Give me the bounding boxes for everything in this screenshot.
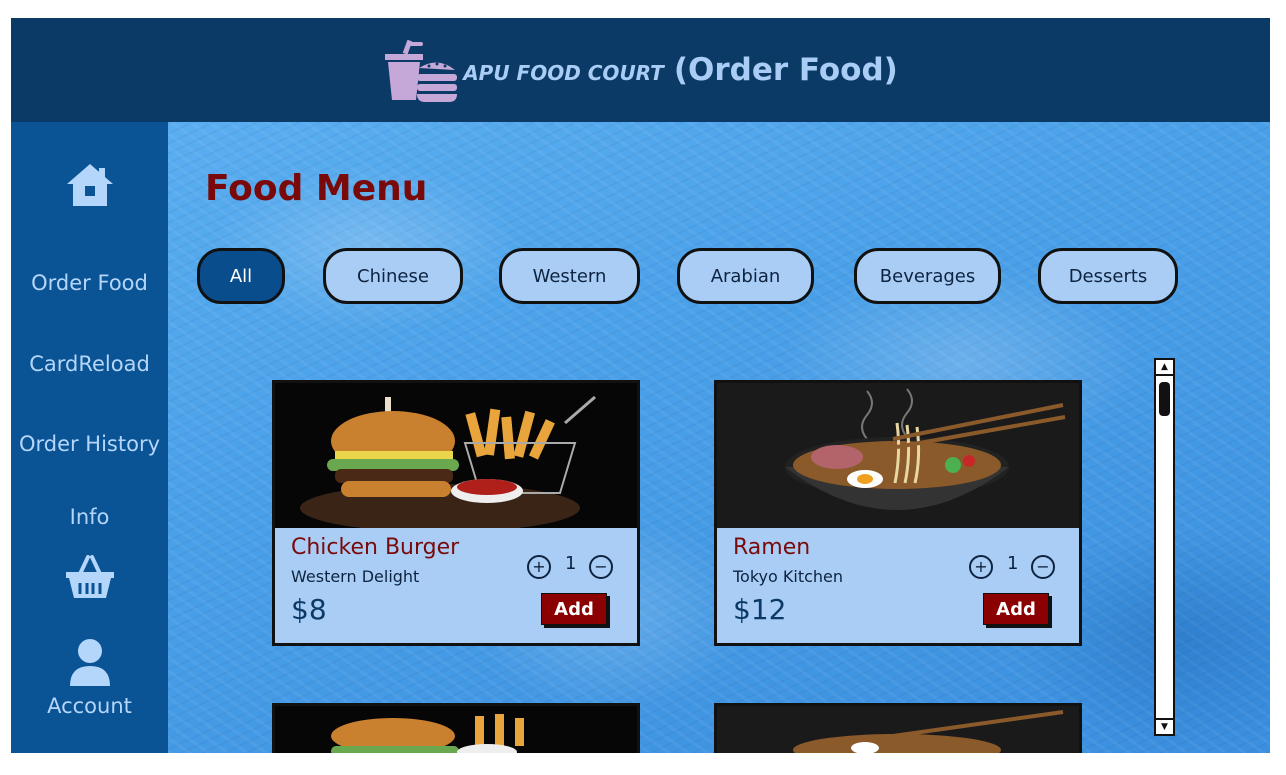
sidebar-item-order-food[interactable]: Order Food <box>11 271 168 295</box>
cup-and-burger-icon <box>385 40 458 102</box>
decrease-quantity-button[interactable]: − <box>1031 555 1055 579</box>
burger-and-fries-photo <box>275 706 637 753</box>
scrollbar-thumb[interactable] <box>1159 382 1170 416</box>
menu-scrollbar[interactable]: ▲ ▼ <box>1154 358 1175 736</box>
sidebar: Order Food CardReload Order History Info… <box>11 122 168 753</box>
category-chip-arabian[interactable]: Arabian <box>677 248 814 304</box>
sidebar-item-account[interactable]: Account <box>11 694 168 718</box>
header-bar: APU FOOD COURT (Order Food) <box>11 18 1270 122</box>
category-chip-beverages[interactable]: Beverages <box>854 248 1001 304</box>
app-window: APU FOOD COURT (Order Food) Order Food C… <box>11 18 1270 753</box>
food-name: Ramen <box>733 535 811 560</box>
decrease-quantity-button[interactable]: − <box>589 555 613 579</box>
category-chip-chinese[interactable]: Chinese <box>323 248 463 304</box>
page-title: Food Menu <box>205 168 428 209</box>
food-card-partial <box>714 703 1082 753</box>
category-chip-all[interactable]: All <box>197 248 285 304</box>
basket-icon <box>65 555 114 598</box>
sidebar-item-card-reload[interactable]: CardReload <box>11 352 168 376</box>
user-icon[interactable] <box>11 638 168 688</box>
quantity-value: 1 <box>565 553 577 574</box>
food-card-ramen: Ramen Tokyo Kitchen $12 + 1 − Add <box>714 380 1082 646</box>
sidebar-item-cart[interactable] <box>11 554 168 600</box>
sidebar-item-info[interactable]: Info <box>11 505 168 529</box>
add-to-cart-button[interactable]: Add <box>541 593 607 625</box>
increase-quantity-button[interactable]: + <box>969 555 993 579</box>
food-card-chicken-burger: Chicken Burger Western Delight $8 + 1 − … <box>272 380 640 646</box>
category-chip-western[interactable]: Western <box>499 248 640 304</box>
increase-quantity-button[interactable]: + <box>527 555 551 579</box>
food-card-partial <box>272 703 640 753</box>
add-to-cart-button[interactable]: Add <box>983 593 1049 625</box>
home-icon <box>66 164 113 206</box>
menu-panel: Food Menu All Chinese Western Arabian Be… <box>168 122 1270 753</box>
restaurant-name: Tokyo Kitchen <box>733 567 844 586</box>
sidebar-item-order-history[interactable]: Order History <box>11 432 168 456</box>
sidebar-item-home[interactable] <box>11 162 168 208</box>
scroll-up-arrow-icon[interactable]: ▲ <box>1156 360 1173 376</box>
food-name: Chicken Burger <box>291 535 460 560</box>
food-price: $12 <box>733 593 787 626</box>
food-price: $8 <box>291 593 327 626</box>
quantity-value: 1 <box>1007 553 1019 574</box>
ramen-bowl-photo <box>717 706 1079 753</box>
category-chip-desserts[interactable]: Desserts <box>1038 248 1178 304</box>
scroll-down-arrow-icon[interactable]: ▼ <box>1156 718 1173 734</box>
burger-and-fries-photo <box>275 383 637 528</box>
ramen-bowl-photo <box>717 383 1079 528</box>
brand-name: APU FOOD COURT <box>463 61 664 85</box>
page-subtitle: (Order Food) <box>673 52 898 88</box>
restaurant-name: Western Delight <box>291 567 420 586</box>
